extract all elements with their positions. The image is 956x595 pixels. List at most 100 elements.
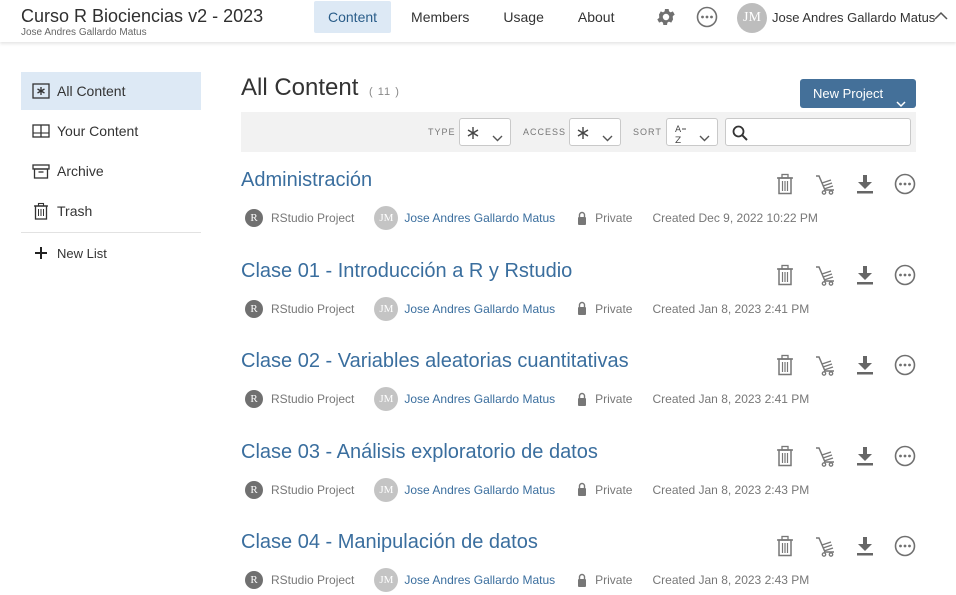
- nav-usage[interactable]: Usage: [487, 1, 559, 33]
- download-icon: [857, 446, 873, 465]
- more-icon: [894, 173, 916, 195]
- content-type: RStudio Project: [271, 211, 355, 225]
- new-project-button[interactable]: New Project: [800, 79, 916, 108]
- content-type: RStudio Project: [271, 573, 355, 587]
- caret-up-icon[interactable]: [934, 8, 948, 20]
- owner-link[interactable]: Jose Andres Gallardo Matus: [404, 302, 555, 316]
- owner-link[interactable]: Jose Andres Gallardo Matus: [404, 392, 555, 406]
- sidebar-item-archive[interactable]: Archive: [21, 152, 201, 190]
- type-filter-label: TYPE: [428, 127, 456, 137]
- access-level: Private: [595, 301, 633, 316]
- owner-link[interactable]: Jose Andres Gallardo Matus: [404, 211, 555, 225]
- content-list: Administración R RStudio Project JM Jose…: [241, 165, 916, 595]
- move-to-archive-button[interactable]: [814, 535, 836, 557]
- content-type: RStudio Project: [271, 301, 355, 316]
- user-name[interactable]: Jose Andres Gallardo Matus: [772, 10, 935, 25]
- space-title[interactable]: Curso R Biociencias v2 - 2023: [21, 6, 263, 27]
- access-filter-label: ACCESS: [523, 127, 567, 137]
- content-title[interactable]: Clase 01 - Introducción a R y Rstudio: [241, 260, 572, 283]
- move-to-archive-button[interactable]: [814, 264, 836, 286]
- gear-icon[interactable]: [655, 6, 677, 28]
- search-input[interactable]: [752, 121, 906, 143]
- lock-icon: [577, 482, 587, 497]
- nav-content[interactable]: Content: [314, 1, 392, 33]
- delete-button[interactable]: [774, 445, 796, 467]
- move-to-archive-button[interactable]: [814, 173, 836, 195]
- more-icon[interactable]: [696, 6, 718, 28]
- download-button[interactable]: [854, 264, 876, 286]
- delete-button[interactable]: [774, 535, 796, 557]
- rstudio-project-icon: R: [245, 209, 263, 227]
- content-title[interactable]: Clase 02 - Variables aleatorias cuantita…: [241, 350, 629, 373]
- content-count: ( 11 ): [369, 86, 400, 98]
- trash-icon: [777, 535, 793, 557]
- created-date: Created Jan 8, 2023 2:43 PM: [652, 482, 810, 497]
- sort-filter-label: SORT: [633, 127, 662, 137]
- row-actions: [756, 445, 916, 467]
- svg-text:A: A: [675, 125, 682, 135]
- move-to-archive-button[interactable]: [814, 445, 836, 467]
- trash-icon: [777, 445, 793, 466]
- more-options-button[interactable]: [894, 173, 916, 195]
- download-button[interactable]: [854, 535, 876, 557]
- sidebar: All Content Your Content Archive Trash N…: [21, 72, 201, 273]
- nav-about[interactable]: About: [562, 1, 631, 33]
- download-button[interactable]: [854, 354, 876, 376]
- sidebar-item-your-content[interactable]: Your Content: [21, 112, 201, 150]
- new-project-label: New Project: [813, 86, 884, 101]
- asterisk-icon: [465, 123, 481, 141]
- access-filter-select[interactable]: [569, 118, 621, 146]
- content-type: RStudio Project: [271, 482, 355, 497]
- lock-icon: [577, 392, 587, 407]
- download-button[interactable]: [854, 173, 876, 195]
- sidebar-item-label: Archive: [57, 163, 104, 179]
- more-options-button[interactable]: [894, 535, 916, 557]
- chevron-down-icon: [699, 129, 710, 147]
- trash-icon: [777, 264, 793, 285]
- dolly-icon: [816, 175, 834, 195]
- svg-text:Z: Z: [675, 136, 681, 145]
- search-box[interactable]: [725, 118, 911, 146]
- rstudio-project-icon: R: [245, 571, 263, 589]
- created-date: Created Jan 8, 2023 2:43 PM: [652, 573, 810, 587]
- owner-link[interactable]: Jose Andres Gallardo Matus: [404, 483, 555, 497]
- page-title: All Content: [241, 74, 359, 101]
- avatar[interactable]: JM: [737, 3, 767, 33]
- sort-select[interactable]: AZ: [666, 118, 718, 146]
- sort-az-icon: AZ: [672, 123, 688, 146]
- move-to-archive-button[interactable]: [814, 354, 836, 376]
- more-options-button[interactable]: [894, 354, 916, 376]
- sidebar-item-all-content[interactable]: All Content: [21, 72, 201, 110]
- owner-avatar: JM: [374, 296, 399, 321]
- delete-button[interactable]: [774, 354, 796, 376]
- delete-button[interactable]: [774, 173, 796, 195]
- more-options-button[interactable]: [894, 264, 916, 286]
- new-list-button[interactable]: New List: [21, 233, 201, 273]
- download-icon: [857, 175, 873, 194]
- lock-icon: [577, 301, 587, 316]
- content-title[interactable]: Clase 04 - Manipulación de datos: [241, 531, 538, 554]
- list-item: Administración R RStudio Project JM Jose…: [241, 165, 916, 256]
- owner-link[interactable]: Jose Andres Gallardo Matus: [404, 573, 555, 587]
- list-item: Clase 03 - Análisis exploratorio de dato…: [241, 437, 916, 528]
- type-filter-select[interactable]: [459, 118, 511, 146]
- download-icon: [857, 265, 873, 284]
- content-title[interactable]: Administración: [241, 169, 372, 192]
- more-options-button[interactable]: [894, 445, 916, 467]
- nav-members[interactable]: Members: [395, 1, 485, 33]
- row-actions: [756, 264, 916, 286]
- delete-button[interactable]: [774, 264, 796, 286]
- content-title[interactable]: Clase 03 - Análisis exploratorio de dato…: [241, 441, 598, 464]
- sidebar-item-trash[interactable]: Trash: [21, 192, 201, 230]
- more-icon: [894, 264, 916, 285]
- space-owner: Jose Andres Gallardo Matus: [21, 27, 147, 38]
- sidebar-item-label: Your Content: [57, 123, 139, 139]
- rstudio-project-icon: R: [245, 480, 263, 499]
- rstudio-project-icon: R: [245, 299, 263, 318]
- lock-icon: [577, 211, 587, 226]
- trash-icon: [777, 173, 793, 195]
- created-date: Created Jan 8, 2023 2:41 PM: [652, 392, 810, 406]
- list-item: Clase 01 - Introducción a R y Rstudio R …: [241, 256, 916, 347]
- download-button[interactable]: [854, 445, 876, 467]
- chevron-down-icon: [602, 129, 613, 147]
